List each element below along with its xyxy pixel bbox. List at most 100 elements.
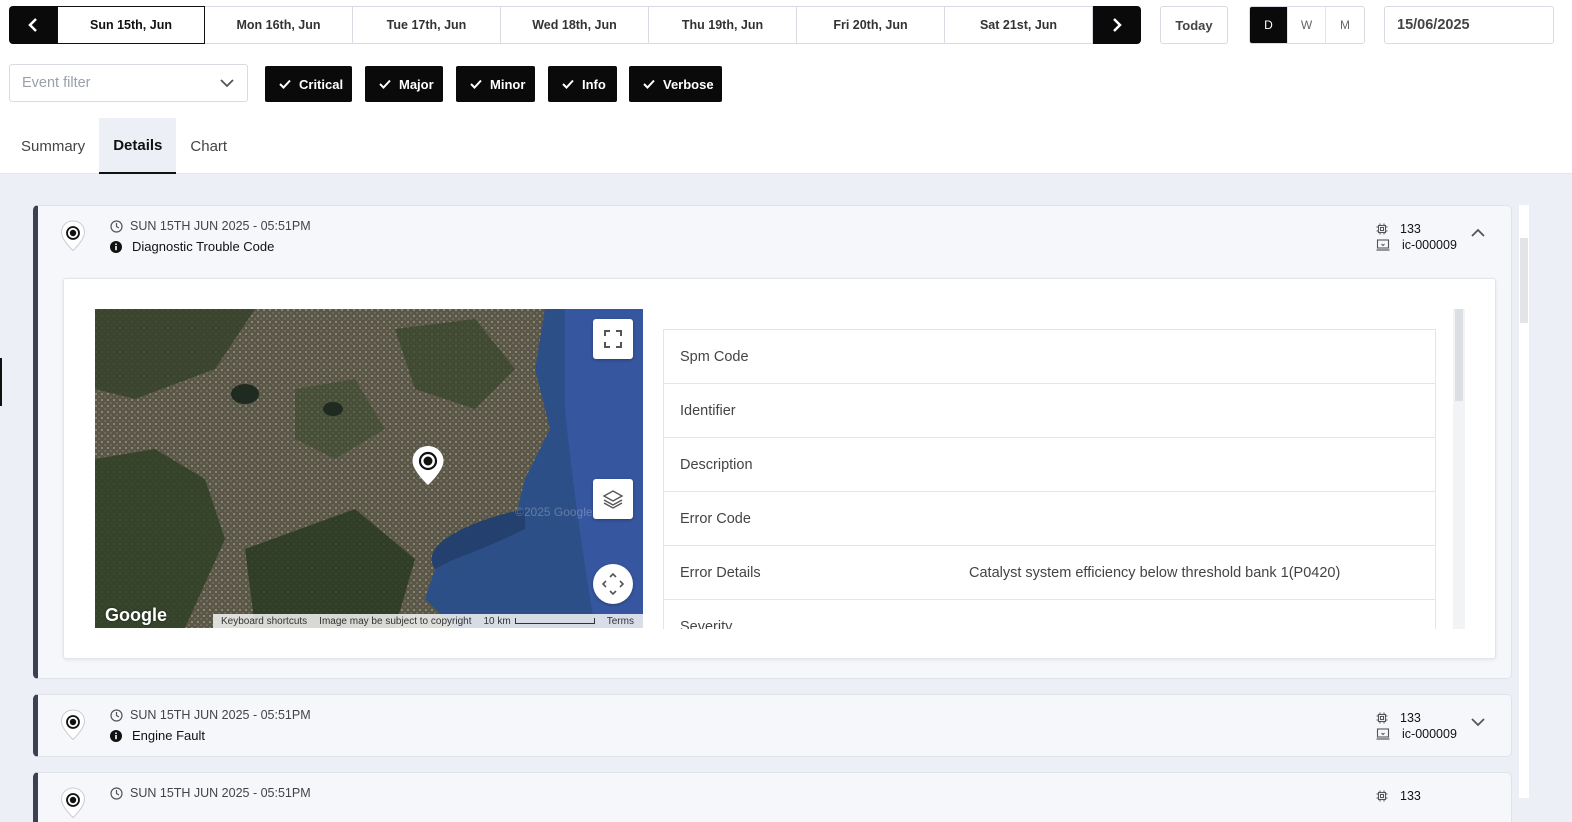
chip-icon xyxy=(1376,223,1388,235)
event-filter-select[interactable]: Event filter xyxy=(9,64,248,102)
event-count: 133 xyxy=(1400,789,1421,803)
check-icon xyxy=(279,79,291,89)
property-row: Severity xyxy=(664,600,1435,630)
map-footer-bar: Keyboard shortcuts Image may be subject … xyxy=(213,614,643,628)
event-title-text: Engine Fault xyxy=(132,728,205,743)
event-count-row: 133 xyxy=(1376,710,1457,726)
chevron-left-icon xyxy=(28,18,37,32)
map-layers-button[interactable] xyxy=(593,479,633,519)
severity-major-toggle[interactable]: Major xyxy=(365,66,443,102)
day-wed[interactable]: Wed 18th, Jun xyxy=(501,6,649,44)
view-tabs: Summary Details Chart xyxy=(0,118,241,174)
location-pin-icon[interactable] xyxy=(60,787,86,819)
date-input[interactable]: 15/06/2025 xyxy=(1384,6,1554,44)
event-meta: 133 ic-000009 xyxy=(1376,710,1457,742)
event-time-text: SUN 15TH JUN 2025 - 05:51PM xyxy=(130,786,311,800)
chevron-down-icon[interactable] xyxy=(1470,717,1486,727)
period-month-button[interactable]: M xyxy=(1326,7,1364,43)
date-navigator: Sun 15th, Jun Mon 16th, Jun Tue 17th, Ju… xyxy=(9,6,1141,44)
map-copyright-notice: Image may be subject to copyright xyxy=(319,615,472,627)
event-time: SUN 15TH JUN 2025 - 05:51PM xyxy=(110,219,311,233)
info-icon xyxy=(110,240,122,253)
next-week-button[interactable] xyxy=(1093,6,1141,44)
event-time: SUN 15TH JUN 2025 - 05:51PM xyxy=(110,708,311,722)
event-meta: 133 xyxy=(1376,788,1421,804)
tab-chart[interactable]: Chart xyxy=(176,118,241,174)
period-week-button[interactable]: W xyxy=(1288,7,1326,43)
event-device-row: ic-000009 xyxy=(1376,726,1457,742)
period-day-button[interactable]: D xyxy=(1250,7,1288,43)
day-thu[interactable]: Thu 19th, Jun xyxy=(649,6,797,44)
chevron-up-icon[interactable] xyxy=(1470,228,1486,238)
map-scale-label: 10 km xyxy=(483,615,511,627)
event-properties-table: Spm Code Identifier Description Error Co… xyxy=(663,329,1436,629)
severity-info-toggle[interactable]: Info xyxy=(548,66,617,102)
event-detail-panel: ©2025 Google Google Keyboard shortcuts I… xyxy=(63,278,1496,659)
top-bar: Sun 15th, Jun Mon 16th, Jun Tue 17th, Ju… xyxy=(0,0,1572,174)
satellite-map-image xyxy=(95,309,643,628)
today-button[interactable]: Today xyxy=(1160,6,1228,44)
event-map[interactable]: ©2025 Google Google Keyboard shortcuts I… xyxy=(95,309,643,628)
property-key: Description xyxy=(680,456,753,473)
google-logo: Google xyxy=(105,605,167,625)
property-key: Error Code xyxy=(680,510,751,527)
properties-scrollbar-thumb[interactable] xyxy=(1455,309,1463,401)
clock-icon xyxy=(110,786,123,800)
event-meta: 133 ic-000009 xyxy=(1376,221,1457,253)
chevron-down-icon xyxy=(220,79,234,88)
device-icon xyxy=(1376,728,1390,740)
app-root: Sun 15th, Jun Mon 16th, Jun Tue 17th, Ju… xyxy=(0,0,1572,822)
day-fri[interactable]: Fri 20th, Jun xyxy=(797,6,945,44)
severity-major-label: Major xyxy=(399,76,434,92)
map-fullscreen-button[interactable] xyxy=(593,319,633,359)
events-scrollbar-thumb[interactable] xyxy=(1520,238,1528,323)
event-count-row: 133 xyxy=(1376,788,1421,804)
day-tue[interactable]: Tue 17th, Jun xyxy=(353,6,501,44)
previous-week-button[interactable] xyxy=(9,6,57,44)
info-icon xyxy=(110,729,122,742)
event-title: Engine Fault xyxy=(110,728,205,743)
location-pin-icon[interactable] xyxy=(60,220,86,252)
event-card[interactable]: SUN 15TH JUN 2025 - 05:51PM Engine Fault… xyxy=(33,694,1512,757)
event-title: Diagnostic Trouble Code xyxy=(110,239,274,254)
map-terms-link[interactable]: Terms xyxy=(607,616,634,627)
property-key: Identifier xyxy=(680,402,736,419)
tab-details[interactable]: Details xyxy=(99,118,177,174)
location-pin-icon[interactable] xyxy=(60,709,86,741)
event-time-text: SUN 15TH JUN 2025 - 05:51PM xyxy=(130,708,311,722)
chip-icon xyxy=(1376,712,1388,724)
event-count: 133 xyxy=(1400,711,1421,725)
day-mon[interactable]: Mon 16th, Jun xyxy=(205,6,353,44)
device-icon xyxy=(1376,239,1390,251)
map-pan-control[interactable] xyxy=(593,564,633,604)
property-row: Description xyxy=(664,438,1435,492)
clock-icon xyxy=(110,219,123,233)
map-scale-bar xyxy=(514,618,595,624)
severity-verbose-toggle[interactable]: Verbose xyxy=(629,66,722,102)
map-location-pin-icon[interactable] xyxy=(411,445,445,487)
event-time: SUN 15TH JUN 2025 - 05:51PM xyxy=(110,786,311,800)
severity-critical-label: Critical xyxy=(299,76,344,92)
event-card[interactable]: SUN 15TH JUN 2025 - 05:51PM 133 xyxy=(33,772,1512,822)
layers-icon xyxy=(602,490,624,509)
severity-verbose-label: Verbose xyxy=(663,76,714,92)
event-device-row: ic-000009 xyxy=(1376,237,1457,253)
severity-minor-label: Minor xyxy=(490,76,526,92)
properties-scrollbar[interactable] xyxy=(1453,309,1465,629)
property-row: Identifier xyxy=(664,384,1435,438)
day-sat[interactable]: Sat 21st, Jun xyxy=(945,6,1093,44)
map-keyboard-shortcuts-link[interactable]: Keyboard shortcuts xyxy=(221,616,307,627)
move-arrows-icon xyxy=(602,573,624,595)
event-filter-placeholder: Event filter xyxy=(22,75,91,91)
property-key: Spm Code xyxy=(680,348,749,365)
tab-summary[interactable]: Summary xyxy=(0,118,99,174)
severity-critical-toggle[interactable]: Critical xyxy=(265,66,352,102)
event-count-row: 133 xyxy=(1376,221,1457,237)
property-key: Error Details xyxy=(680,564,761,581)
property-row: Error Code xyxy=(664,492,1435,546)
day-sun[interactable]: Sun 15th, Jun xyxy=(57,6,205,44)
left-edge-marker xyxy=(0,358,2,406)
events-scrollbar[interactable] xyxy=(1519,205,1529,798)
severity-minor-toggle[interactable]: Minor xyxy=(456,66,535,102)
period-toggle: D W M xyxy=(1249,6,1365,44)
